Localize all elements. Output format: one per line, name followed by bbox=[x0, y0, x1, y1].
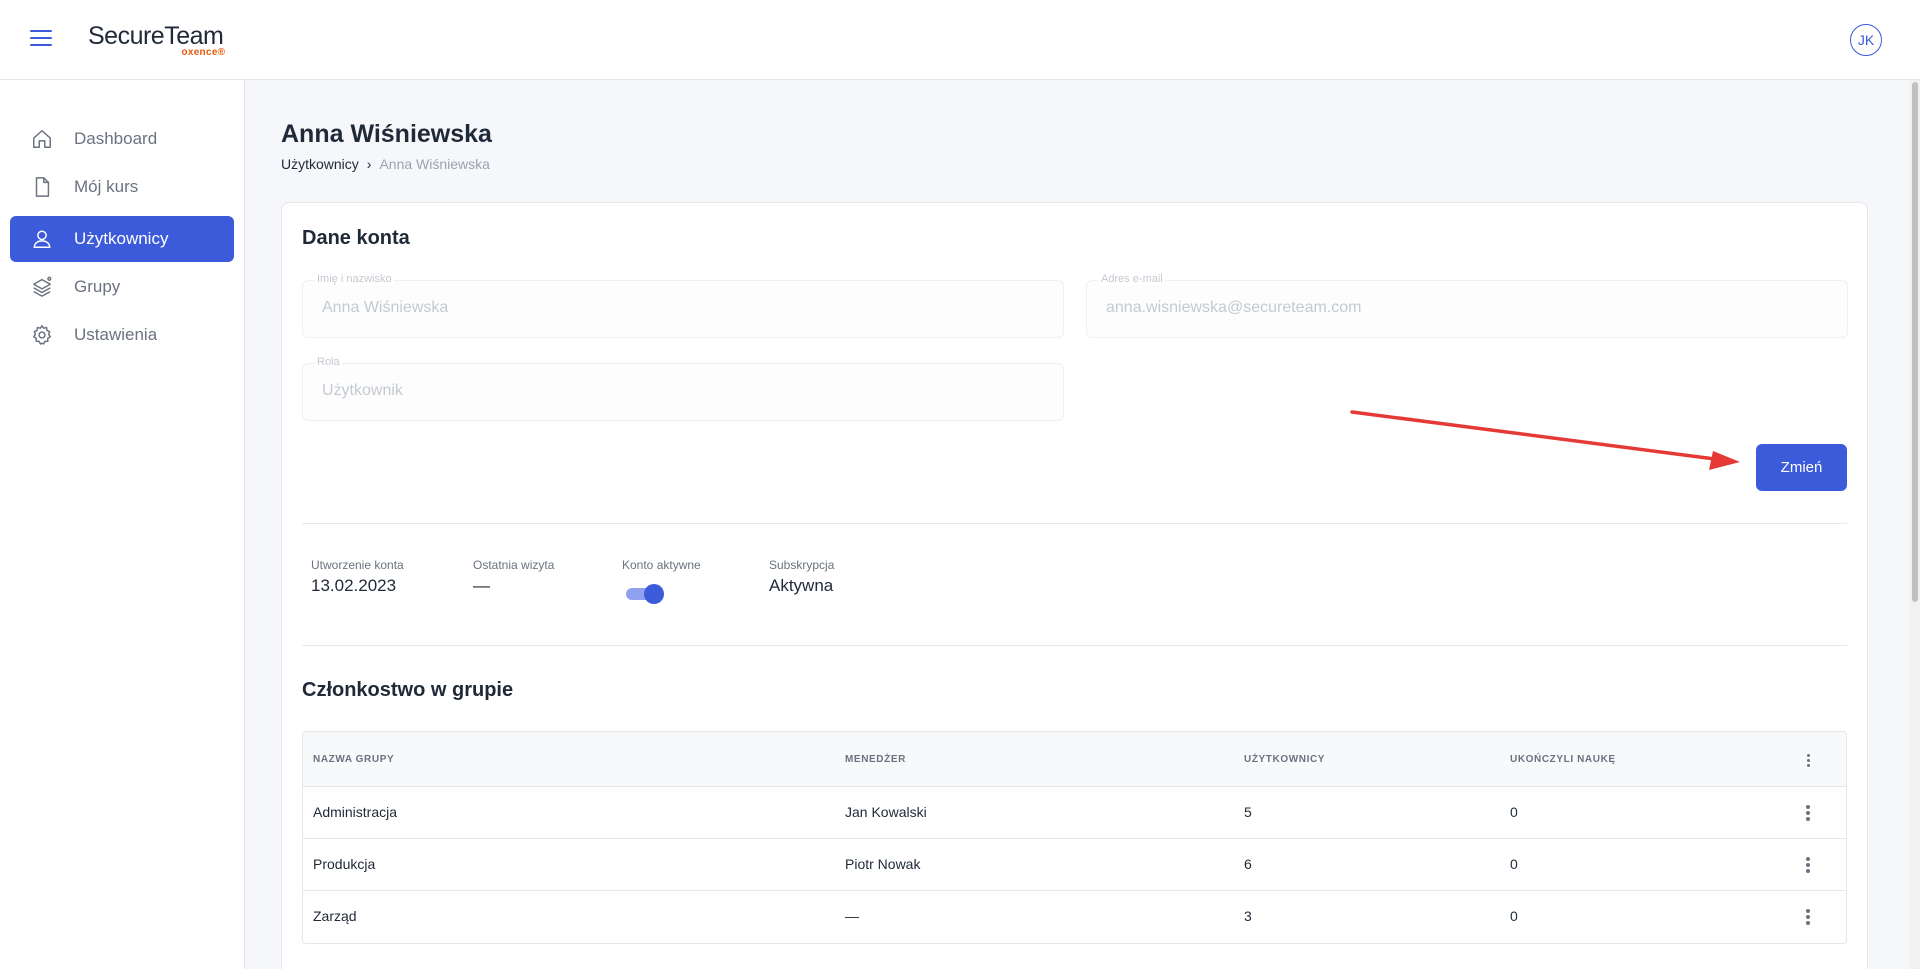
cell-group-name: Administracja bbox=[313, 804, 398, 820]
table-row[interactable]: Zarząd — 3 0 bbox=[303, 891, 1846, 943]
breadcrumb-link-users[interactable]: Użytkownicy bbox=[281, 156, 359, 172]
table-header: Nazwa grupy Menedżer Użytkownicy Ukończy… bbox=[303, 732, 1846, 787]
cell-completed: 0 bbox=[1510, 856, 1518, 872]
sidebar-item-settings[interactable]: Ustawienia bbox=[10, 312, 234, 358]
name-field-label: Imię i nazwisko bbox=[315, 273, 394, 285]
cell-manager: Piotr Nowak bbox=[845, 856, 921, 872]
hamburger-menu-icon[interactable] bbox=[30, 30, 52, 48]
user-avatar[interactable]: JK bbox=[1850, 24, 1882, 56]
cell-manager: Jan Kowalski bbox=[845, 804, 927, 820]
stat-active-label: Konto aktywne bbox=[622, 558, 701, 572]
cell-completed: 0 bbox=[1510, 908, 1518, 924]
column-header-group-name[interactable]: Nazwa grupy bbox=[313, 754, 394, 765]
stat-last-visit-value: — bbox=[473, 576, 490, 595]
account-active-toggle[interactable] bbox=[624, 582, 664, 604]
role-field[interactable]: Rola Użytkownik bbox=[302, 356, 1064, 421]
table-row[interactable]: Administracja Jan Kowalski 5 0 bbox=[303, 787, 1846, 839]
cell-completed: 0 bbox=[1510, 804, 1518, 820]
name-field[interactable]: Imię i nazwisko Anna Wiśniewska bbox=[302, 273, 1064, 338]
more-vertical-icon[interactable] bbox=[1800, 855, 1816, 875]
cell-group-name: Produkcja bbox=[313, 856, 376, 872]
sidebar-item-dashboard[interactable]: Dashboard bbox=[10, 116, 234, 162]
stat-subscription-value: Aktywna bbox=[769, 576, 834, 595]
role-field-value: Użytkownik bbox=[322, 382, 403, 399]
table-row[interactable]: Produkcja Piotr Nowak 6 0 bbox=[303, 839, 1846, 891]
cell-manager: — bbox=[845, 908, 859, 924]
email-field-label: Adres e-mail bbox=[1099, 273, 1165, 285]
stat-subscription-label: Subskrypcja bbox=[769, 558, 835, 572]
role-field-label: Rola bbox=[315, 356, 342, 368]
divider bbox=[302, 645, 1847, 646]
sidebar-item-users[interactable]: Użytkownicy bbox=[10, 216, 234, 262]
change-button[interactable]: Zmień bbox=[1756, 444, 1847, 491]
column-header-completed[interactable]: Ukończyli naukę bbox=[1510, 754, 1616, 765]
more-vertical-icon[interactable] bbox=[1800, 907, 1816, 927]
toggle-knob bbox=[644, 584, 664, 604]
groups-table: Nazwa grupy Menedżer Użytkownicy Ukończy… bbox=[302, 731, 1847, 944]
sidebar-item-label: Dashboard bbox=[74, 129, 158, 148]
cell-group-name: Zarząd bbox=[313, 908, 357, 924]
sidebar-item-label: Użytkownicy bbox=[74, 229, 169, 248]
file-icon bbox=[30, 175, 54, 199]
user-icon bbox=[30, 227, 54, 251]
account-card: Dane konta Imię i nazwisko Anna Wiśniews… bbox=[281, 202, 1868, 969]
email-field[interactable]: Adres e-mail anna.wisniewska@secureteam.… bbox=[1086, 273, 1848, 338]
top-bar: SecureTeam oxence® JK bbox=[0, 0, 1920, 80]
scrollbar-thumb[interactable] bbox=[1912, 82, 1918, 602]
cell-users: 3 bbox=[1244, 908, 1252, 924]
sidebar-item-my-course[interactable]: Mój kurs bbox=[10, 164, 234, 210]
app-logo[interactable]: SecureTeam oxence® bbox=[88, 22, 225, 58]
groups-section-title: Członkostwo w grupie bbox=[302, 679, 514, 701]
chevron-right-icon: › bbox=[366, 156, 372, 172]
sidebar-item-label: Mój kurs bbox=[74, 177, 139, 196]
main-content: Anna Wiśniewska Użytkownicy › Anna Wiśni… bbox=[246, 80, 1920, 969]
column-header-users[interactable]: Użytkownicy bbox=[1244, 754, 1325, 765]
more-vertical-icon[interactable] bbox=[1800, 803, 1816, 823]
stat-created-value: 13.02.2023 bbox=[311, 576, 397, 595]
account-section-title: Dane konta bbox=[302, 227, 410, 249]
stat-created-label: Utworzenie konta bbox=[311, 558, 404, 572]
logo-text: SecureTeam bbox=[88, 22, 224, 50]
gear-icon bbox=[30, 323, 54, 347]
cell-users: 6 bbox=[1244, 856, 1252, 872]
column-header-manager[interactable]: Menedżer bbox=[845, 754, 906, 765]
name-field-value: Anna Wiśniewska bbox=[322, 299, 449, 316]
stat-created: Utworzenie konta 13.02.2023 bbox=[311, 558, 404, 596]
logo-subtext: oxence® bbox=[181, 47, 226, 58]
stat-active: Konto aktywne bbox=[622, 558, 701, 576]
page-scrollbar[interactable] bbox=[1910, 80, 1920, 969]
email-field-value: anna.wisniewska@secureteam.com bbox=[1106, 299, 1362, 316]
breadcrumb-current: Anna Wiśniewska bbox=[379, 156, 490, 172]
page-title: Anna Wiśniewska bbox=[281, 120, 492, 148]
breadcrumb: Użytkownicy › Anna Wiśniewska bbox=[281, 156, 490, 172]
sidebar: Dashboard Mój kurs Użytkownicy Grupy Ust… bbox=[0, 80, 245, 969]
stat-last-visit-label: Ostatnia wizyta bbox=[473, 558, 555, 572]
home-icon bbox=[30, 127, 54, 151]
sidebar-item-groups[interactable]: Grupy bbox=[10, 264, 234, 310]
stat-subscription: Subskrypcja Aktywna bbox=[769, 558, 834, 596]
more-vertical-icon[interactable] bbox=[1800, 750, 1816, 770]
sidebar-item-label: Ustawienia bbox=[74, 325, 158, 344]
cell-users: 5 bbox=[1244, 804, 1252, 820]
stat-last-visit: Ostatnia wizyta — bbox=[473, 558, 554, 596]
divider bbox=[302, 523, 1847, 524]
sidebar-item-label: Grupy bbox=[74, 277, 121, 296]
layers-icon bbox=[30, 275, 54, 299]
